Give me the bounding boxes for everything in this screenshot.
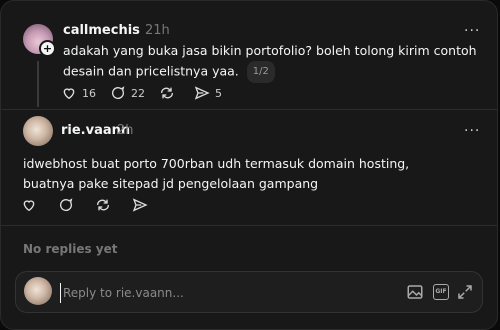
send-icon bbox=[194, 86, 210, 100]
comment-icon bbox=[60, 198, 73, 211]
like-count: 16 bbox=[82, 86, 96, 100]
share-count: 5 bbox=[215, 86, 222, 100]
reply-input[interactable] bbox=[60, 283, 365, 303]
share-button[interactable] bbox=[132, 197, 153, 213]
reply-count: 22 bbox=[131, 86, 145, 100]
post-username[interactable]: callmechis bbox=[63, 23, 140, 38]
like-button[interactable]: 16 bbox=[61, 85, 96, 101]
avatar bbox=[24, 277, 52, 305]
repost-icon bbox=[96, 199, 110, 211]
post-text: adakah yang buka jasa bikin portofolio? … bbox=[63, 41, 483, 83]
carousel-pager: 1/2 bbox=[246, 61, 275, 83]
gif-button[interactable]: GIF bbox=[433, 284, 449, 300]
repost-button[interactable] bbox=[95, 197, 116, 213]
avatar[interactable] bbox=[23, 116, 53, 146]
divider bbox=[1, 109, 497, 110]
repost-button[interactable] bbox=[159, 85, 180, 101]
more-options-icon[interactable]: ··· bbox=[464, 123, 480, 139]
thread-panel: + callmechis 21h ··· adakah yang buka ja… bbox=[0, 0, 498, 330]
reply-actions bbox=[21, 197, 167, 213]
reply-button[interactable]: 22 bbox=[110, 85, 145, 101]
repost-icon bbox=[160, 87, 174, 99]
reply-time: 2h bbox=[117, 123, 134, 138]
heart-icon bbox=[23, 200, 35, 212]
like-button[interactable] bbox=[21, 197, 42, 213]
reply-composer: GIF bbox=[15, 271, 483, 313]
comment-icon bbox=[112, 86, 125, 99]
follow-plus-icon[interactable]: + bbox=[39, 40, 56, 57]
heart-icon bbox=[63, 88, 75, 100]
reply-button[interactable] bbox=[58, 197, 79, 213]
post-time: 21h bbox=[145, 23, 170, 38]
thread-line bbox=[37, 61, 39, 107]
more-options-icon[interactable]: ··· bbox=[464, 23, 480, 39]
image-icon[interactable] bbox=[406, 283, 424, 301]
share-button[interactable]: 5 bbox=[194, 85, 222, 101]
send-icon bbox=[132, 198, 148, 212]
divider bbox=[1, 225, 497, 226]
post-actions: 16 22 5 bbox=[61, 85, 236, 101]
expand-icon[interactable] bbox=[456, 283, 474, 301]
no-replies-label: No replies yet bbox=[23, 242, 118, 256]
reply-text: idwebhost buat porto 700rban udh termasu… bbox=[23, 156, 410, 191]
